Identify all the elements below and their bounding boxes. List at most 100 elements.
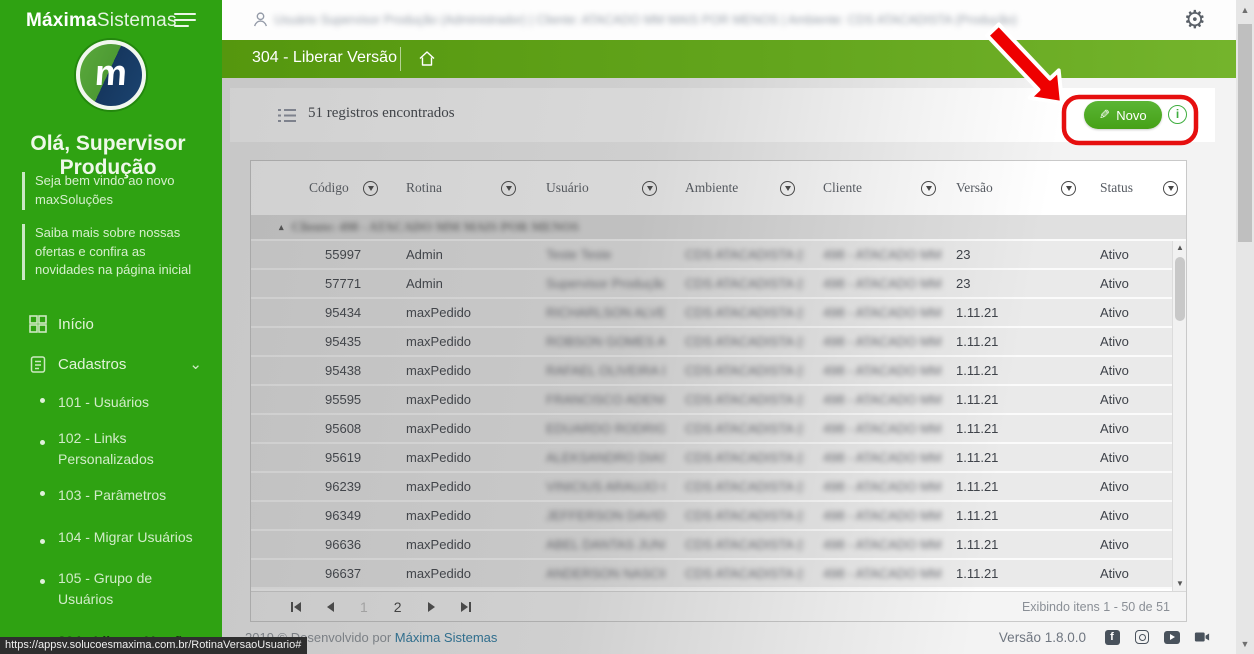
filter-funnel-icon[interactable] xyxy=(1163,181,1178,196)
sidebar-item-103-parametros[interactable]: 103 - Parâmetros xyxy=(0,477,222,513)
topbar: Usuário Supervisor Produção (Administrad… xyxy=(222,0,1236,40)
scroll-up-icon[interactable]: ▲ xyxy=(1236,2,1254,18)
cell-status: Ativo xyxy=(1084,421,1186,436)
table-row[interactable]: 96636 maxPedido ABEL DANTAS JUNIOR CDS A… xyxy=(251,531,1186,560)
group-header-row[interactable]: ▴ Cliente: 498 - ATACADO MM MAIS POR MEN… xyxy=(251,215,1186,241)
settings-gear-icon[interactable]: ⚙ xyxy=(1184,5,1206,35)
filter-funnel-icon[interactable] xyxy=(363,181,378,196)
youtube-icon[interactable] xyxy=(1164,629,1180,645)
table-row[interactable]: 95619 maxPedido ALEKSANDRO DIAS D... CDS… xyxy=(251,444,1186,473)
table-row[interactable]: 95608 maxPedido EDUARDO RODRIGUE... CDS … xyxy=(251,415,1186,444)
table-row[interactable]: 96349 maxPedido JEFFERSON DAVID A... CDS… xyxy=(251,502,1186,531)
sidebar-item-105-grupo[interactable]: 105 - Grupo de Usuários xyxy=(0,560,222,617)
cell-status: Ativo xyxy=(1084,276,1186,291)
cell-status: Ativo xyxy=(1084,537,1186,552)
cell-ambiente: CDS ATACADISTA (Pr... xyxy=(665,508,803,523)
filter-funnel-icon[interactable] xyxy=(501,181,516,196)
cell-status: Ativo xyxy=(1084,305,1186,320)
column-label: Status xyxy=(1100,180,1133,196)
table-row[interactable]: 95438 maxPedido RAFAEL OLIVEIRA DA... CD… xyxy=(251,357,1186,386)
table-row[interactable]: 95595 maxPedido FRANCISCO ADENIL... CDS … xyxy=(251,386,1186,415)
scroll-down-icon[interactable]: ▼ xyxy=(1236,636,1254,652)
welcome-note: Seja bem vindo ao novo maxSoluções xyxy=(22,172,202,210)
sidebar-item-inicio[interactable]: Início xyxy=(0,304,222,344)
column-header-codigo: Código xyxy=(251,180,386,196)
sidebar-menu: Início Cadastros ⌄ 101 - Usuários 102 - … xyxy=(0,304,222,654)
brand-logo-text[interactable]: MáximaSistemas xyxy=(26,10,177,32)
next-page-button[interactable] xyxy=(428,600,435,614)
cell-cliente: 498 - ATACADO MM ... xyxy=(803,566,944,581)
table-row[interactable]: 55997 Admin Teste Teste CDS ATACADISTA (… xyxy=(251,241,1186,270)
company-logo[interactable]: m xyxy=(76,40,146,110)
cell-status: Ativo xyxy=(1084,508,1186,523)
window-scrollbar[interactable]: ▲ ▼ xyxy=(1236,0,1254,654)
page-number-1[interactable]: 1 xyxy=(360,599,368,615)
cell-usuario: JEFFERSON DAVID A... xyxy=(524,508,665,523)
cell-ambiente: CDS ATACADISTA (Pr... xyxy=(665,363,803,378)
sidebar-item-101-usuarios[interactable]: 101 - Usuários xyxy=(0,384,222,420)
table-row[interactable]: 95435 maxPedido ROBSON GOMES AL... CDS A… xyxy=(251,328,1186,357)
page-number-2[interactable]: 2 xyxy=(394,599,402,615)
cell-codigo: 96637 xyxy=(251,566,386,581)
info-icon[interactable]: i xyxy=(1168,105,1187,124)
prev-page-button[interactable] xyxy=(327,600,334,614)
sidebar-item-cadastros[interactable]: Cadastros ⌄ xyxy=(0,344,222,384)
sidebar-item-104-migrar[interactable]: 104 - Migrar Usuários xyxy=(0,519,222,555)
facebook-icon[interactable]: f xyxy=(1104,629,1120,645)
grid-icon xyxy=(28,314,48,334)
filter-funnel-icon[interactable] xyxy=(921,181,936,196)
scroll-up-icon[interactable]: ▲ xyxy=(1173,241,1186,255)
cell-rotina: maxPedido xyxy=(386,566,524,581)
cell-versao: 1.11.21 xyxy=(944,450,1084,465)
table-row[interactable]: 57771 Admin Supervisor Produção CDS ATAC… xyxy=(251,270,1186,299)
column-label: Ambiente xyxy=(685,180,738,196)
video-camera-icon[interactable] xyxy=(1194,629,1210,645)
cell-ambiente: CDS ATACADISTA (Pr... xyxy=(665,421,803,436)
bullet-icon xyxy=(40,440,45,445)
table-row[interactable]: 96239 maxPedido VINICIUS ARAUJO CH... CD… xyxy=(251,473,1186,502)
cell-ambiente: CDS ATACADISTA (Pr... xyxy=(665,305,803,320)
cell-codigo: 95435 xyxy=(251,334,386,349)
cell-usuario: Supervisor Produção xyxy=(524,276,665,291)
column-label: Cliente xyxy=(823,180,862,196)
sidebar-item-102-links[interactable]: 102 - Links Personalizados xyxy=(0,420,200,477)
table-row[interactable]: 96637 maxPedido ANDERSON NASCIME... CDS … xyxy=(251,560,1186,589)
cell-status: Ativo xyxy=(1084,450,1186,465)
user-session-info: Usuário Supervisor Produção (Administrad… xyxy=(274,13,1017,27)
table-row[interactable]: 95434 maxPedido RICHARLSON ALVES ... CDS… xyxy=(251,299,1186,328)
column-header-rotina: Rotina xyxy=(386,180,524,196)
cell-versao: 1.11.21 xyxy=(944,479,1084,494)
brand-regular: Sistemas xyxy=(97,10,177,31)
filter-funnel-icon[interactable] xyxy=(780,181,795,196)
cell-codigo: 96636 xyxy=(251,537,386,552)
scroll-down-icon[interactable]: ▼ xyxy=(1173,577,1186,591)
cell-ambiente: CDS ATACADISTA (Pr... xyxy=(665,479,803,494)
cell-codigo: 96349 xyxy=(251,508,386,523)
breadcrumb-divider xyxy=(400,47,401,71)
company-link[interactable]: Máxima Sistemas xyxy=(395,630,498,645)
filter-funnel-icon[interactable] xyxy=(1061,181,1076,196)
pager-summary: Exibindo itens 1 - 50 de 51 xyxy=(1022,600,1170,614)
cell-rotina: maxPedido xyxy=(386,363,524,378)
menu-toggle-icon[interactable] xyxy=(174,13,196,28)
cell-rotina: maxPedido xyxy=(386,392,524,407)
collapse-caret-icon: ▴ xyxy=(279,222,284,233)
cell-rotina: Admin xyxy=(386,276,524,291)
novo-button[interactable]: ✎ Novo xyxy=(1084,101,1162,129)
last-page-button[interactable] xyxy=(461,600,471,614)
cell-rotina: maxPedido xyxy=(386,537,524,552)
sidebar-item-label: Início xyxy=(58,316,94,333)
cell-versao: 1.11.21 xyxy=(944,392,1084,407)
instagram-icon[interactable] xyxy=(1134,629,1150,645)
grid-rows: 55997 Admin Teste Teste CDS ATACADISTA (… xyxy=(251,241,1186,589)
window-scrollbar-thumb[interactable] xyxy=(1238,24,1252,242)
cell-codigo: 96239 xyxy=(251,479,386,494)
grid-scrollbar-thumb[interactable] xyxy=(1175,257,1185,321)
grid-scrollbar[interactable]: ▲ ▼ xyxy=(1172,241,1186,591)
bullet-icon xyxy=(40,398,45,403)
home-icon[interactable] xyxy=(418,50,436,67)
first-page-button[interactable] xyxy=(291,600,301,614)
filter-funnel-icon[interactable] xyxy=(642,181,657,196)
cell-cliente: 498 - ATACADO MM ... xyxy=(803,508,944,523)
sidebar-item-label: Cadastros xyxy=(58,356,126,373)
